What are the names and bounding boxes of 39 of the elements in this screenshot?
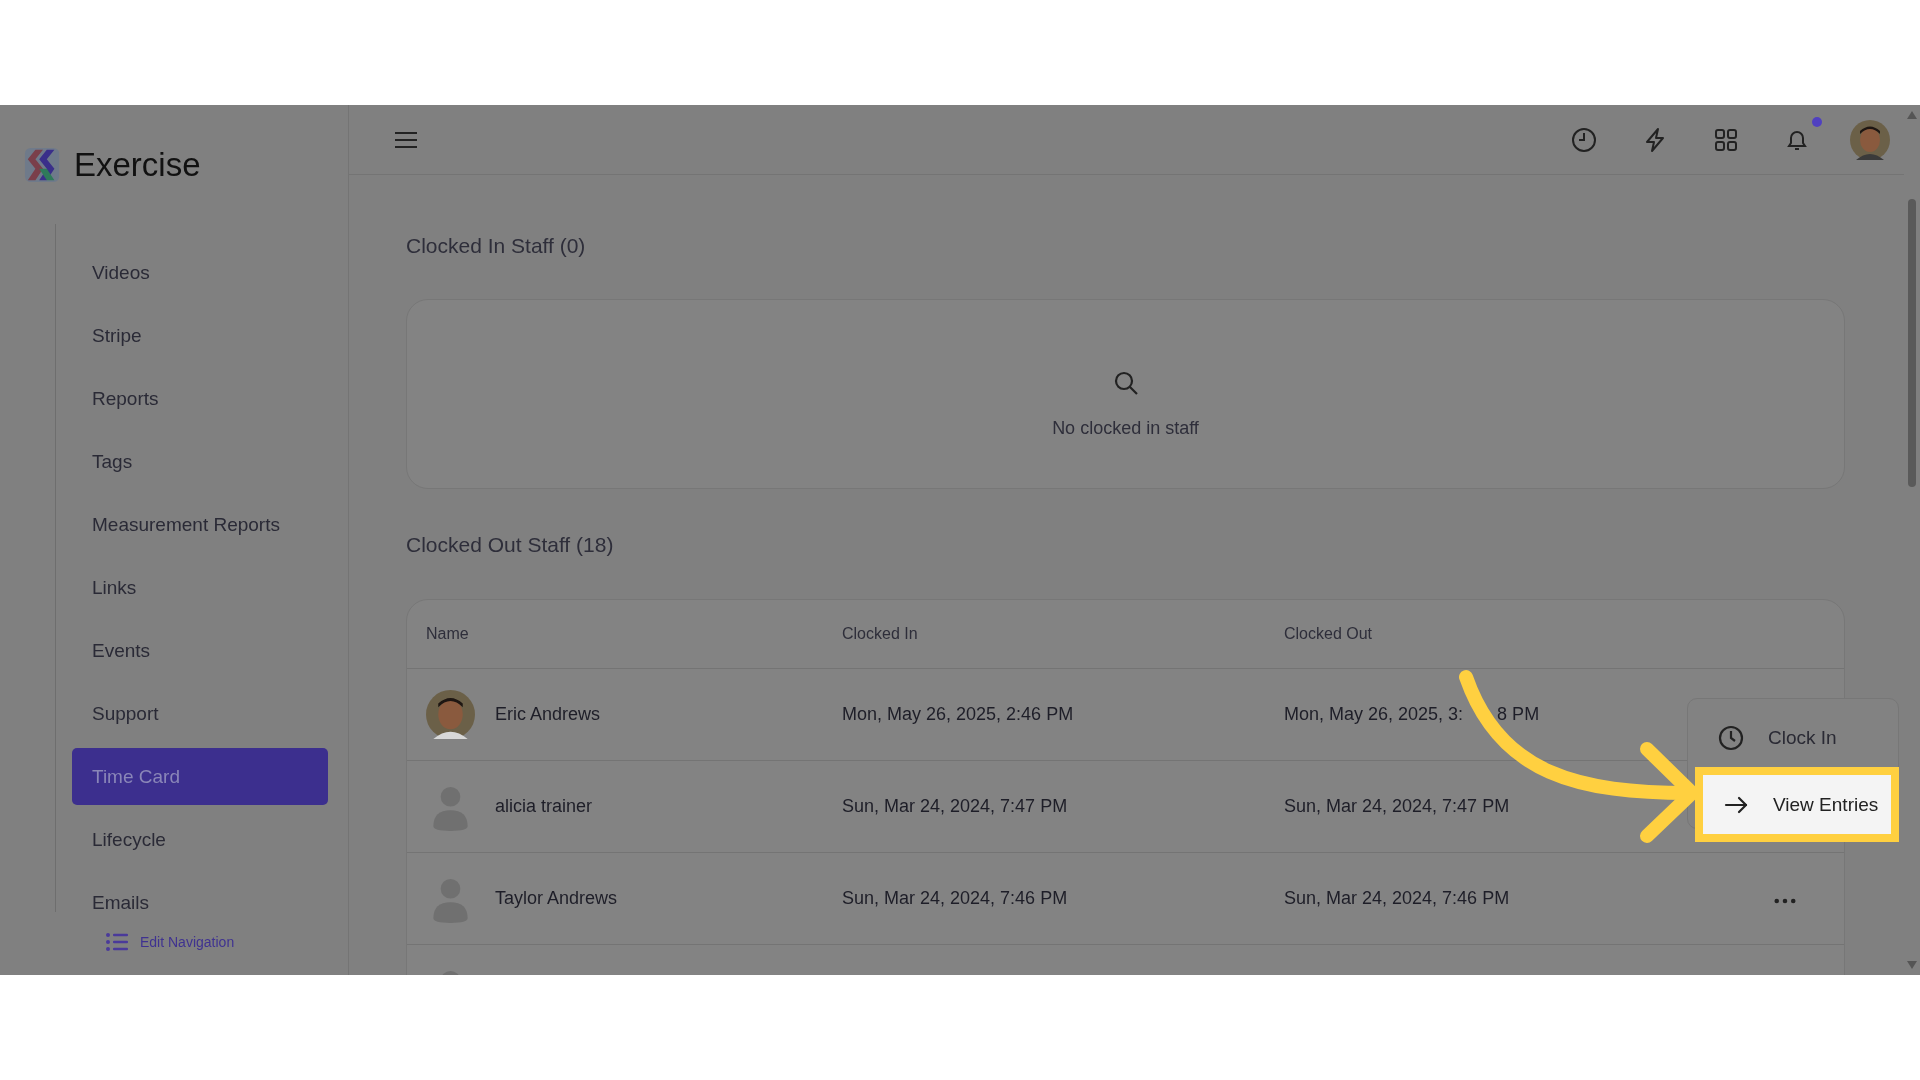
table-cell: Sun, Mar 24, 2024, 7:47 PM [1284, 796, 1510, 817]
sidebar-item[interactable]: Time Card [72, 748, 328, 805]
sidebar-item[interactable]: Lifecycle [72, 811, 328, 868]
more-icon[interactable] [1774, 898, 1796, 904]
grid-icon[interactable] [1713, 126, 1739, 153]
section-title: Clocked Out Staff (18) [406, 532, 615, 558]
table-cell-text: Sun, Mar 24, 2024, 7:47 PM [842, 796, 1069, 817]
sidebar-item[interactable]: Measurement Reports [72, 496, 328, 553]
clock-icon [1718, 725, 1744, 751]
table-cell: Mon, May 26, 2025, 3: [1284, 704, 1464, 725]
sidebar-item[interactable]: Support [72, 685, 328, 742]
section-title: Clocked In Staff (0) [406, 233, 587, 259]
column-header: Name [426, 625, 470, 643]
sidebar-item[interactable]: Tags [72, 433, 328, 490]
scrollbar-thumb[interactable] [1908, 199, 1916, 487]
sidebar-item[interactable]: Events [72, 622, 328, 679]
search-icon [1112, 369, 1139, 396]
table-cell: 8 PM [1497, 704, 1540, 725]
sidebar-item[interactable]: Reports [72, 370, 328, 427]
sidebar-item[interactable]: Videos [72, 244, 328, 301]
menu-icon[interactable] [394, 129, 418, 150]
list-icon [106, 933, 128, 951]
sidebar-item[interactable]: Emails [72, 874, 328, 931]
staff-name: alicia trainer [495, 796, 593, 817]
app-name: Exercise [74, 146, 201, 184]
logo-icon [24, 146, 62, 184]
staff-name: Eric Andrews [495, 704, 601, 725]
sidebar-item[interactable]: Links [72, 559, 328, 616]
table-cell-text: Mon, May 26, 2025, 2:46 PM [842, 704, 1075, 725]
edit-navigation-link[interactable]: Edit Navigation [106, 933, 235, 951]
column-header: Clocked Out [1284, 625, 1374, 643]
menu-item[interactable]: Clock In [1688, 717, 1898, 759]
clock-icon[interactable] [1571, 126, 1597, 153]
column-header: Clocked In [842, 625, 919, 643]
staff-name: Taylor Andrews [495, 888, 618, 909]
empty-message: No clocked in staff [1052, 417, 1199, 439]
sidebar-item[interactable]: Stripe [72, 307, 328, 364]
table-cell: Sun, Mar 24, 2024, 7:46 PM [1284, 888, 1510, 909]
table-cell-text: Sun, Mar 24, 2024, 7:46 PM [842, 888, 1069, 909]
